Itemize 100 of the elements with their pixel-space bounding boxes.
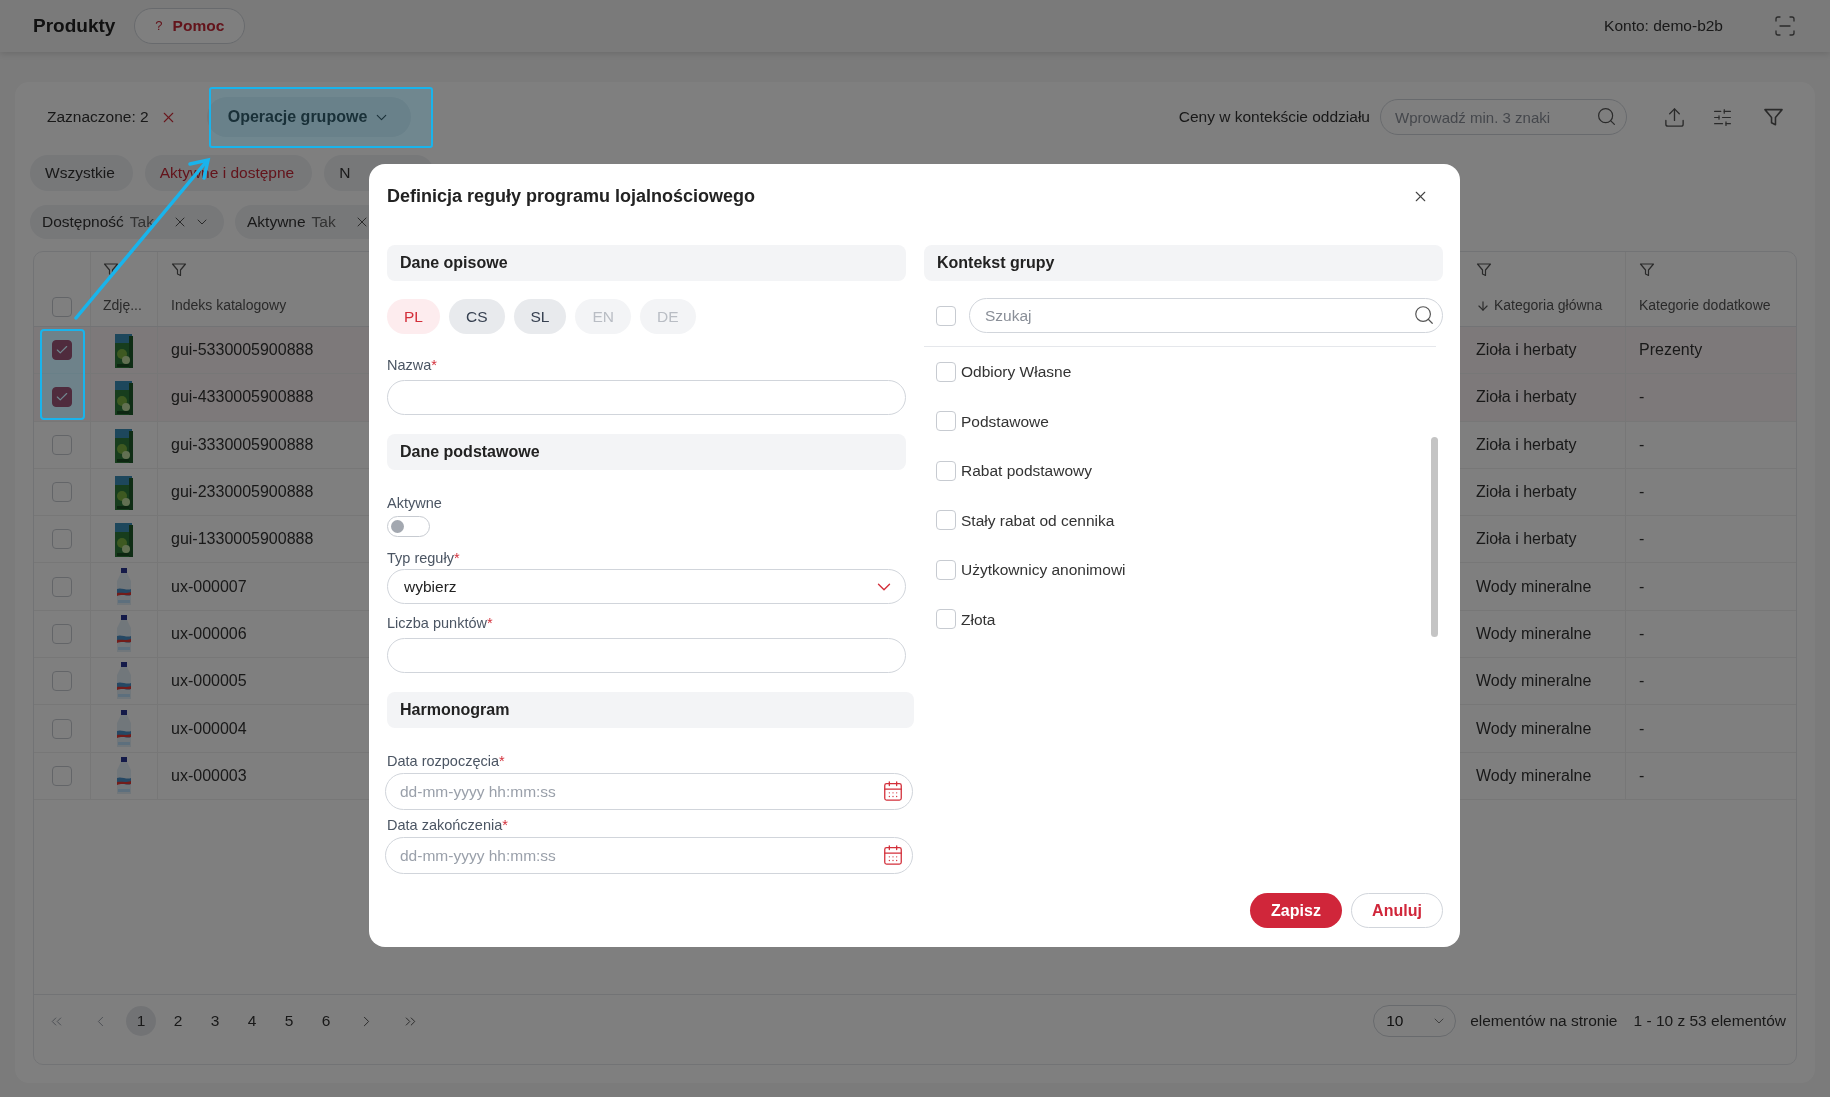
group-option[interactable]: Odbiory Własne — [961, 360, 1072, 384]
filter-icon[interactable] — [1639, 262, 1655, 278]
column-header[interactable]: Kategorie dodatkowe — [1639, 295, 1771, 316]
select-all-checkbox[interactable] — [936, 305, 956, 326]
fullscreen-icon[interactable] — [1773, 14, 1797, 38]
input-field[interactable] — [387, 380, 906, 415]
selection-count: Zaznaczone: 2 — [47, 107, 149, 128]
dialog-title: Definicja reguły programu lojalnościowego — [387, 184, 756, 208]
search-icon[interactable] — [1413, 304, 1435, 326]
page-size-label: elementów na stronie — [1470, 1011, 1618, 1032]
column-header[interactable]: Zdję... — [103, 295, 142, 316]
save-button[interactable]: Zapisz — [1250, 893, 1342, 928]
group-checkbox[interactable] — [936, 559, 956, 580]
field-label: Liczba punktów* — [387, 615, 493, 631]
table-cell-text: ux-000006 — [171, 623, 247, 644]
group-option[interactable]: Złota — [961, 607, 996, 631]
group-option[interactable]: Stały rabat od cennika — [961, 508, 1115, 532]
table-cell-text: - — [1639, 529, 1645, 550]
page-button[interactable]: 4 — [237, 1006, 267, 1036]
column-header[interactable]: Indeks katalogowy — [171, 295, 287, 316]
section-header: Dane opisowe — [387, 245, 906, 281]
select-all-checkbox[interactable] — [52, 297, 72, 317]
table-cell-text: - — [1639, 718, 1645, 739]
table-cell-text: ux-000004 — [171, 718, 247, 739]
field-label: Data zakończenia* — [387, 817, 508, 833]
group-option[interactable]: Rabat podstawowy — [961, 459, 1092, 483]
table-cell-text: Wody mineralne — [1476, 623, 1592, 644]
date-field[interactable]: dd-mm-yyyy hh:mm:ss — [385, 837, 913, 874]
group-checkbox[interactable] — [936, 411, 956, 432]
input-field[interactable] — [387, 638, 906, 673]
language-tab[interactable]: PL — [387, 299, 440, 334]
table-cell-text: ux-000005 — [171, 671, 247, 692]
filter-icon[interactable] — [1476, 262, 1492, 278]
field-label: Nazwa* — [387, 357, 437, 373]
section-header: Dane podstawowe — [387, 434, 906, 470]
section-header: Harmonogram — [387, 692, 914, 728]
language-tab[interactable]: SL — [513, 299, 567, 334]
table-cell-text: - — [1639, 576, 1645, 597]
filter-icon[interactable] — [171, 262, 187, 278]
page-button[interactable]: 3 — [200, 1006, 230, 1036]
calendar-icon[interactable] — [882, 844, 904, 866]
field-label: Data rozpoczęcia* — [387, 753, 505, 769]
table-cell-text: Zioła i herbaty — [1476, 434, 1577, 455]
cancel-button[interactable]: Anuluj — [1351, 893, 1443, 928]
group-option[interactable]: Użytkownicy anonimowi — [961, 558, 1126, 582]
account-label: Konto: demo-b2b — [1604, 16, 1723, 37]
column-header[interactable]: Kategoria główna — [1494, 295, 1603, 316]
table-cell-text: - — [1639, 387, 1645, 408]
table-cell-text: Wody mineralne — [1476, 671, 1592, 692]
group-actions-button[interactable]: Operacje grupowe — [206, 97, 412, 137]
field-label: Aktywne — [387, 495, 442, 511]
table-cell-text: Zioła i herbaty — [1476, 529, 1577, 550]
row-checkbox[interactable] — [52, 387, 72, 408]
filter-icon[interactable] — [1763, 106, 1784, 128]
scrollbar[interactable] — [1431, 437, 1438, 637]
group-checkbox[interactable] — [936, 510, 956, 531]
settings-icon[interactable] — [1712, 106, 1733, 128]
table-cell-text: gui-3330005900888 — [171, 434, 314, 455]
page-button[interactable]: 5 — [274, 1006, 304, 1036]
search-field[interactable]: Szukaj — [969, 298, 1443, 333]
help-button[interactable]: ? Pomoc — [134, 8, 246, 44]
table-cell-text: gui-1330005900888 — [171, 529, 314, 550]
upload-icon[interactable] — [1663, 105, 1686, 129]
date-field[interactable]: dd-mm-yyyy hh:mm:ss — [385, 773, 913, 810]
table-cell-text: - — [1639, 765, 1645, 786]
price-context-label: Ceny w kontekście oddziału — [1178, 107, 1370, 128]
filter-tab[interactable]: Wszystkie — [30, 155, 133, 191]
group-checkbox[interactable] — [936, 460, 956, 481]
range-label: 1 - 10 z 53 elementów — [1633, 1011, 1786, 1032]
table-cell-text: - — [1639, 623, 1645, 644]
table-cell-text: Prezenty — [1639, 340, 1703, 361]
page-button[interactable]: 1 — [126, 1006, 156, 1036]
page-button[interactable]: 2 — [163, 1006, 193, 1036]
table-cell-text: Zioła i herbaty — [1476, 387, 1577, 408]
table-cell-text: Wody mineralne — [1476, 765, 1592, 786]
search-field[interactable]: Wprowadź min. 3 znaki — [1380, 99, 1627, 135]
table-cell-text: Wody mineralne — [1476, 718, 1592, 739]
table-cell-text: - — [1639, 482, 1645, 503]
table-cell-text: Wody mineralne — [1476, 576, 1592, 597]
section-header: Kontekst grupy — [924, 245, 1443, 281]
search-icon[interactable] — [1596, 106, 1617, 127]
table-cell-text: - — [1639, 671, 1645, 692]
select-field[interactable]: wybierz — [387, 569, 906, 604]
page-button[interactable]: 6 — [311, 1006, 341, 1036]
filter-icon[interactable] — [103, 262, 119, 278]
table-cell-text: ux-000007 — [171, 576, 247, 597]
filter-chip[interactable]: Dostępność Tak — [30, 205, 224, 239]
table-cell-text: gui-2330005900888 — [171, 482, 314, 503]
row-checkbox[interactable] — [52, 340, 72, 361]
table-cell-text: ux-000003 — [171, 765, 247, 786]
group-checkbox[interactable] — [936, 361, 956, 382]
table-cell-text: gui-5330005900888 — [171, 340, 314, 361]
toggle-switch[interactable] — [387, 516, 430, 537]
group-option[interactable]: Podstawowe — [961, 409, 1049, 433]
language-tab[interactable]: CS — [448, 299, 505, 334]
table-cell-text: Zioła i herbaty — [1476, 340, 1577, 361]
calendar-icon[interactable] — [882, 780, 904, 802]
table-cell-text: Zioła i herbaty — [1476, 482, 1577, 503]
group-checkbox[interactable] — [936, 609, 956, 630]
page-title: Produkty — [33, 13, 116, 38]
